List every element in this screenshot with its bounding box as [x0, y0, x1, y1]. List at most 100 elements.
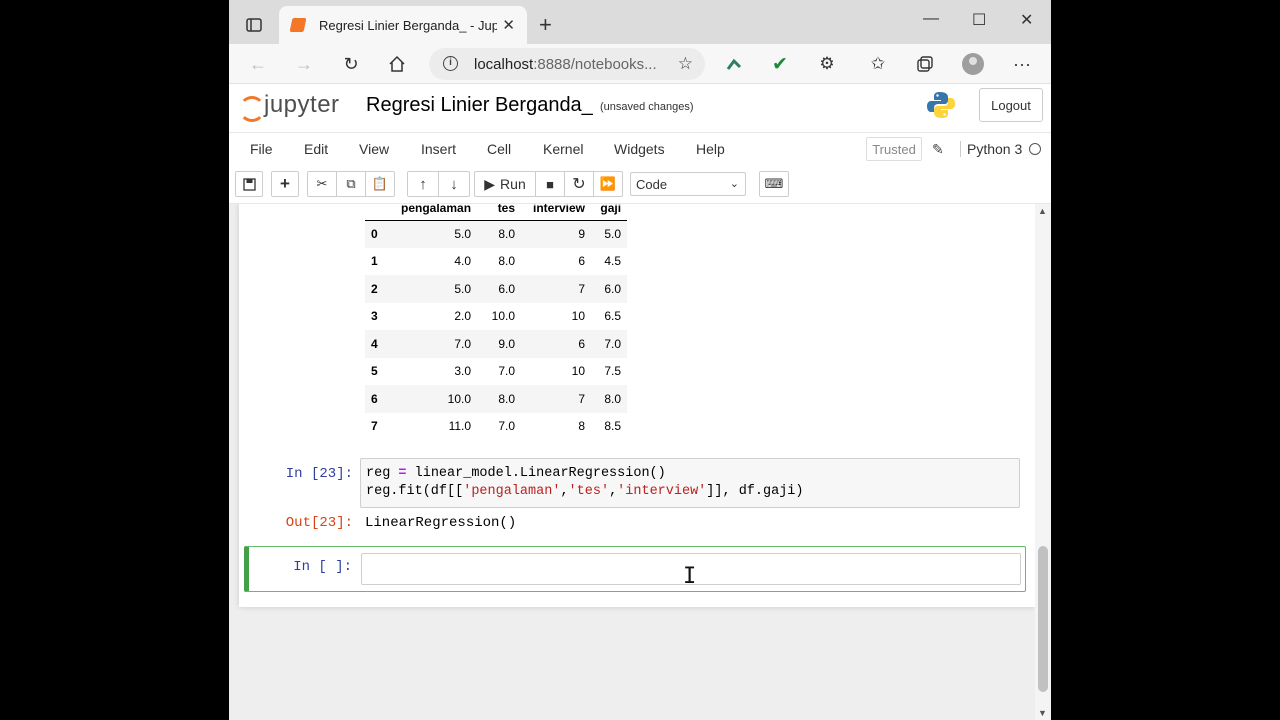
run-button[interactable]: ▶ Run [474, 171, 536, 197]
table-cell: 8.0 [498, 254, 516, 269]
table-cell: 8.0 [477, 385, 522, 413]
restart-run-all-icon[interactable]: ⏩ [593, 171, 623, 197]
restart-icon[interactable]: ↻ [564, 171, 594, 197]
scroll-up-icon[interactable]: ▲ [1038, 206, 1047, 216]
notebook-name[interactable]: Regresi Linier Berganda_ [366, 94, 593, 117]
more-icon[interactable]: ··· [1009, 52, 1035, 76]
kernel-name: Python 3 [960, 141, 1022, 157]
checkmark-icon[interactable]: ✔ [767, 52, 793, 76]
url-field[interactable]: i localhost:8888/notebooks... ☆ [429, 48, 705, 80]
close-icon[interactable]: ✕ [1020, 10, 1033, 30]
kernel-status-icon [1029, 143, 1041, 155]
maximize-icon[interactable]: ☐ [972, 10, 986, 30]
move-down-icon[interactable]: ↓ [438, 171, 470, 197]
copy-icon[interactable]: ⧉ [336, 171, 366, 197]
table-cell: 6.5 [604, 309, 622, 324]
table-cell: 4.5 [604, 254, 622, 269]
table-row: 1 4.0 8.0 6 4.5 [365, 248, 627, 276]
keyboard-icon[interactable]: ⌨ [759, 171, 789, 197]
table-cell: 5.0 [395, 275, 478, 303]
table-row: 2 5.0 6.0 7 6.0 [365, 275, 628, 303]
cell-output: LinearRegression() [365, 515, 517, 531]
extension-icon[interactable] [721, 52, 747, 76]
home-icon[interactable] [385, 52, 409, 76]
column-header: interview [533, 204, 586, 215]
code-editor[interactable]: reg = linear_model.LinearRegression() re… [360, 458, 1020, 508]
cut-icon[interactable]: ✂ [307, 171, 337, 197]
active-code-cell[interactable]: In [ ]: [244, 546, 1026, 592]
table-cell: 11.0 [448, 419, 472, 434]
row-index: 7 [371, 419, 378, 434]
menu-widgets[interactable]: Widgets [614, 141, 665, 157]
insert-cell-icon[interactable]: + [271, 171, 299, 197]
trusted-indicator[interactable]: Trusted [866, 137, 922, 161]
scrollbar-thumb[interactable] [1038, 546, 1048, 692]
add-favorite-icon[interactable]: ☆ [678, 54, 693, 74]
profile-icon[interactable] [962, 53, 984, 75]
scrollbar[interactable]: ▲ ▼ [1035, 204, 1051, 720]
table-cell: 8.0 [477, 220, 522, 248]
input-prompt: In [23]: [285, 466, 353, 482]
move-up-icon[interactable]: ↑ [407, 171, 439, 197]
puzzle-icon[interactable]: ⚙ [814, 52, 840, 76]
tab-actions-icon[interactable] [241, 14, 267, 36]
table-cell: 8.5 [604, 419, 622, 434]
table-cell: 10.0 [395, 385, 478, 413]
table-row: 5 3.0 7.0 10 7.5 [365, 358, 627, 386]
tab-close-icon[interactable]: ✕ [502, 16, 515, 34]
menu-bar: File Edit View Insert Cell Kernel Widget… [229, 132, 1051, 166]
table-cell: 5.0 [591, 220, 628, 248]
url-rest: :8888/notebooks... [533, 56, 657, 73]
table-cell: 6.0 [477, 275, 522, 303]
table-cell: 7.5 [604, 364, 622, 379]
favorites-icon[interactable]: ✩ [865, 52, 891, 76]
scroll-down-icon[interactable]: ▼ [1038, 708, 1047, 718]
jupyter-favicon [289, 18, 307, 32]
paste-icon[interactable]: 📋 [365, 171, 395, 197]
menu-cell[interactable]: Cell [487, 141, 511, 157]
back-icon[interactable]: ← [246, 52, 270, 76]
info-icon[interactable]: i [443, 56, 458, 71]
table-cell: 7.0 [591, 330, 628, 358]
notebook-container: pengalaman tes interview gaji 0 5.0 8.0 9 5.… [239, 204, 1035, 607]
logout-button[interactable]: Logout [979, 88, 1043, 122]
new-tab-button[interactable]: + [539, 12, 552, 38]
interrupt-icon[interactable]: ■ [535, 171, 565, 197]
minimize-icon[interactable]: — [923, 10, 939, 28]
row-index: 5 [371, 364, 378, 379]
url-host: localhost [474, 56, 534, 73]
menu-edit[interactable]: Edit [304, 141, 328, 157]
forward-icon[interactable]: → [292, 52, 316, 76]
table-cell: 9 [521, 220, 592, 248]
menu-insert[interactable]: Insert [421, 141, 456, 157]
browser-tab[interactable]: Regresi Linier Berganda_ - Jupyter ✕ [279, 6, 527, 44]
table-cell: 5.0 [395, 220, 478, 248]
input-prompt: In [ ]: [293, 559, 352, 575]
cell-type-select[interactable]: Code ⌄ [630, 172, 746, 196]
edit-pencil-icon[interactable]: ✎ [932, 141, 944, 158]
tab-bar: Regresi Linier Berganda_ - Jupyter ✕ + —… [229, 0, 1051, 44]
chevron-down-icon: ⌄ [729, 178, 739, 190]
table-cell: 7 [521, 385, 592, 413]
text-cursor-icon: I [683, 564, 697, 589]
table-cell: 6.0 [591, 275, 628, 303]
menu-file[interactable]: File [250, 141, 273, 157]
notebook-toolbar: + ✂ ⧉ 📋 ↑ ↓ ▶ Run ■ ↻ ⏩ Code ⌄ ⌨ [229, 166, 1051, 204]
table-cell: 6 [521, 330, 592, 358]
reload-icon[interactable]: ↻ [339, 52, 363, 76]
browser-window: Regresi Linier Berganda_ - Jupyter ✕ + —… [229, 0, 1051, 720]
collections-icon[interactable] [912, 52, 938, 76]
table-cell: 10 [571, 364, 586, 379]
menu-kernel[interactable]: Kernel [543, 141, 583, 157]
save-icon[interactable] [235, 171, 263, 197]
table-cell: 6 [578, 254, 586, 269]
table-cell: 4.0 [454, 254, 472, 269]
table-cell: 7 [521, 275, 592, 303]
jupyter-logo[interactable]: jupyter [239, 90, 340, 122]
menu-help[interactable]: Help [696, 141, 725, 157]
jupyter-header: jupyter Regresi Linier Berganda_ (unsave… [229, 84, 1051, 132]
table-cell: 7.0 [395, 330, 478, 358]
menu-view[interactable]: View [359, 141, 389, 157]
notebook-area: pengalaman tes interview gaji 0 5.0 8.0 9 5.… [229, 204, 1035, 720]
column-header: tes [497, 204, 516, 215]
